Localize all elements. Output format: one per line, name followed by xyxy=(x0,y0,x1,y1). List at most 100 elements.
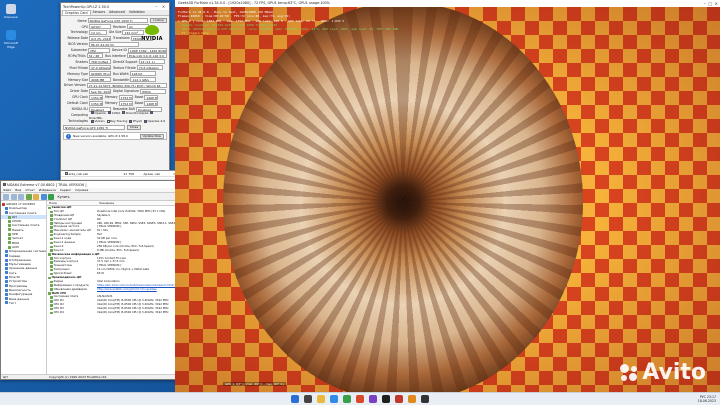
menu-item[interactable]: Файл xyxy=(1,188,13,192)
field-value: 1468 MHz xyxy=(144,94,159,100)
tab-2[interactable]: Advanced xyxy=(107,10,127,15)
update-text: New version available: GPU-Z 2.58.0 xyxy=(73,134,128,139)
tree-node-icon xyxy=(2,202,5,206)
field-label: BIOS Version xyxy=(68,42,88,47)
field-value: MSI xyxy=(88,47,110,53)
gpuz-row: Default Clock1354 MHzMemory1752 MHzBoost… xyxy=(63,100,167,106)
field-value: 128 bit xyxy=(129,71,156,77)
field-icon xyxy=(50,214,53,218)
tree-node-icon xyxy=(8,215,11,219)
tab-1[interactable]: Sensors xyxy=(91,10,108,15)
furmark-icon[interactable] xyxy=(408,395,416,403)
minimize-icon[interactable]: – xyxy=(153,4,160,9)
tab-3[interactable]: Validation xyxy=(127,10,147,15)
file-name[interactable]: aida_cab.cab xyxy=(69,172,124,176)
field-icon xyxy=(50,245,53,249)
tree-node[interactable]: Тест xyxy=(1,301,46,305)
tree-node-icon xyxy=(5,271,8,275)
checkbox[interactable] xyxy=(150,111,154,115)
file-size: 21 758 xyxy=(123,171,135,176)
start-icon[interactable] xyxy=(291,395,299,403)
close-icon[interactable]: × xyxy=(160,4,167,9)
gpuz-row: ROPs/TMUs 32 / 48 Bus Interface PCIe x16 3.… xyxy=(63,53,167,59)
field-value: 112.1 GB/s xyxy=(130,77,157,83)
field-icon xyxy=(50,307,53,311)
explorer-icon[interactable] xyxy=(317,395,325,403)
field-value: 1354 MHz xyxy=(89,100,103,106)
tree-node-icon xyxy=(5,279,8,283)
tab-0[interactable]: Graphics Card xyxy=(62,10,91,15)
gpuz-row: Shaders 768 Unified DirectX Support 12 (12_… xyxy=(63,59,167,65)
refresh-icon[interactable] xyxy=(25,193,32,200)
desktop-icon-label: Корзина xyxy=(4,15,18,19)
field-icon xyxy=(50,222,53,225)
tree-node-icon xyxy=(8,219,11,223)
search-icon[interactable] xyxy=(304,395,312,403)
clock-date[interactable]: 18.06.2023 xyxy=(698,399,716,403)
up-icon[interactable] xyxy=(18,193,24,200)
column-value[interactable]: Значение xyxy=(97,201,114,205)
app-icon[interactable] xyxy=(356,395,364,403)
field-label: Digital Signature xyxy=(113,89,139,94)
gpuz-bottom: NVIDIA GeForce GTX 1050 Ti Close xyxy=(63,124,167,130)
back-icon[interactable] xyxy=(3,193,9,200)
field-value: 768 Unified xyxy=(89,59,111,65)
gpuz-titlebar[interactable]: TechPowerUp GPU-Z 2.50.0 – × xyxy=(61,3,169,10)
gpu-select[interactable]: NVIDIA GeForce GTX 1050 Ti xyxy=(63,124,125,130)
avito-logo-icon xyxy=(620,363,638,382)
field-label: DirectX Support xyxy=(113,59,138,64)
field-label: Pixel Fillrate xyxy=(69,65,88,70)
gpuz-window: TechPowerUp GPU-Z 2.50.0 – × Graphics Ca… xyxy=(60,2,170,180)
chart-icon[interactable] xyxy=(40,193,47,200)
app-icon[interactable] xyxy=(369,395,377,403)
buy-button[interactable]: Купить xyxy=(58,195,70,199)
tree-node-icon xyxy=(5,249,8,253)
gpuz-row: Driver Date Sep 30, 2020 Digital Signature… xyxy=(63,88,167,94)
taskbar: РУС 23:17 18.06.2023 xyxy=(0,392,720,405)
tree-node-icon xyxy=(5,206,8,210)
gpuz-row: Memory Size 4096 MB Bandwidth 112.1 GB/s xyxy=(63,77,167,83)
aida-icon[interactable] xyxy=(395,395,403,403)
field-icon xyxy=(50,218,53,221)
terminal-icon[interactable] xyxy=(382,395,390,403)
app-icon[interactable] xyxy=(421,395,429,403)
window-controls[interactable]: – □ × xyxy=(704,0,718,7)
field-icon xyxy=(48,253,51,256)
menu-item[interactable]: Избранное xyxy=(37,188,58,192)
cart-icon[interactable] xyxy=(48,193,54,200)
edge-icon[interactable] xyxy=(330,395,338,403)
close-button[interactable]: Close xyxy=(127,124,142,130)
field-label: Bandwidth xyxy=(113,77,130,82)
field-icon xyxy=(50,226,53,229)
menu-item[interactable]: Сервис xyxy=(58,188,73,192)
checkbox-label: Ray Tracing xyxy=(110,119,128,124)
system-tray[interactable]: РУС 23:17 18.06.2023 xyxy=(698,395,716,403)
menu-item[interactable]: Вид xyxy=(13,188,23,192)
field-value: 86.07.42.00.5C xyxy=(89,41,139,47)
field-icon xyxy=(50,300,53,303)
desktop-icon[interactable]: Microsoft Edge xyxy=(3,30,19,49)
computing-row: Computing OpenCL CUDA DirectComputeDirectM… xyxy=(63,110,167,120)
field-value: PCIe x16 3.0 @ x16 3.0 xyxy=(126,53,167,59)
tree-node-icon xyxy=(5,301,8,305)
menu-item[interactable]: Отчет xyxy=(23,188,36,192)
lookup-button[interactable]: Lookup xyxy=(150,18,167,24)
desktop-icon[interactable]: Корзина xyxy=(3,4,19,19)
forward-icon[interactable] xyxy=(10,193,17,200)
furmark-titlebar[interactable]: Geeks3D FurMark v1.34.0.0 - [1920x1080] … xyxy=(175,0,720,7)
field-label: Release Date xyxy=(67,36,88,41)
field-label: GPU Clock xyxy=(72,95,88,100)
update-button[interactable]: Update Now xyxy=(139,133,164,139)
column-field[interactable]: Поле xyxy=(47,201,97,205)
field-label: Boost xyxy=(134,95,144,100)
field-icon xyxy=(50,229,53,233)
store-icon[interactable] xyxy=(343,395,351,403)
field-value: GDDR5 (Hynix) xyxy=(89,71,111,77)
checkbox-label: DirectCompute xyxy=(125,110,149,115)
tree-node-icon xyxy=(5,262,8,266)
nvidia-eye-icon xyxy=(145,25,159,35)
menu-item[interactable]: Справка xyxy=(73,188,90,192)
gpuz-row: Driver Version 27.21.14.5671 (NVIDIA 456.… xyxy=(63,82,167,88)
user-icon[interactable] xyxy=(33,193,39,200)
field-label: Default Clock xyxy=(67,101,88,106)
